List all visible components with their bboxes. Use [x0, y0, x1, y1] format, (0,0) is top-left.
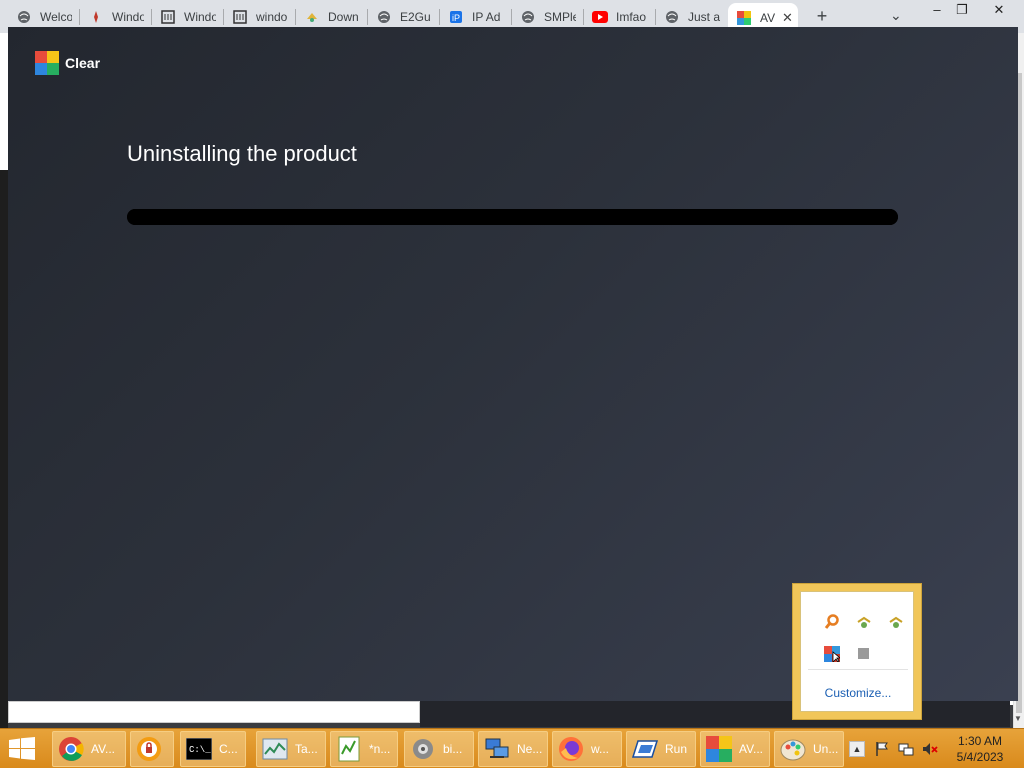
ip-icon: iP: [448, 9, 464, 25]
tab-label: Down: [328, 10, 359, 24]
task-manager-icon: [261, 735, 289, 763]
download-tab-icon: [304, 9, 320, 25]
gear-app-icon: [409, 735, 437, 763]
tab-label: AV: [760, 11, 776, 25]
taskbar-item-chrome[interactable]: AV...: [52, 731, 126, 767]
avg-icon: [705, 735, 733, 763]
volume-muted-icon[interactable]: [922, 741, 938, 757]
globe-icon: [376, 9, 392, 25]
taskbar-item-gear-app[interactable]: bi...: [404, 731, 474, 767]
tray-popup-panel: Customize...: [800, 591, 914, 712]
tab-label: Imfao: [616, 10, 647, 24]
avg-tray-icon[interactable]: [824, 646, 842, 663]
browser-bottom-bar: [8, 701, 420, 723]
taskbar-label: Un...: [813, 742, 839, 756]
background-strip: [0, 170, 8, 730]
restore-button[interactable]: ❐: [947, 2, 977, 22]
network-tray-icon[interactable]: [898, 741, 914, 757]
installer-brand: Clear: [65, 55, 101, 71]
globe-icon: [520, 9, 536, 25]
system-clock[interactable]: 1:30 AM 5/4/2023: [944, 733, 1016, 765]
customize-link[interactable]: Customize...: [801, 686, 915, 700]
taskbar-item-network[interactable]: Ne...: [478, 731, 548, 767]
windows-tab-icon: [88, 9, 104, 25]
start-button[interactable]: [8, 737, 38, 763]
tab-label: SMPle: [544, 10, 576, 24]
taskbar-label: AV...: [739, 742, 764, 756]
youtube-icon: [592, 9, 608, 25]
globe-icon: [16, 9, 32, 25]
taskbar-label: *n...: [369, 742, 391, 756]
close-tab-icon[interactable]: ✕: [782, 10, 793, 26]
lock-app-icon: [135, 735, 163, 763]
tab-label: Welco: [40, 10, 72, 24]
tab-label: IP Ad: [472, 10, 501, 24]
notepad-icon: [335, 735, 363, 763]
firefox-icon: [557, 735, 585, 763]
globe-icon: [664, 9, 680, 25]
progress-fill: [127, 209, 898, 225]
tab-label: E2Gu: [400, 10, 431, 24]
svg-text:iP: iP: [452, 13, 460, 23]
tab-label: Windo: [112, 10, 144, 24]
action-center-flag-icon[interactable]: [874, 741, 890, 757]
taskbar-label: AV...: [91, 742, 116, 756]
taskbar-item-firefox[interactable]: w...: [552, 731, 622, 767]
close-window-button[interactable]: ✕: [984, 2, 1014, 22]
chrome-icon: [57, 735, 85, 763]
tab-label: Windo: [184, 10, 216, 24]
svg-text:C:\_: C:\_: [189, 745, 211, 755]
avg-icon: [736, 10, 752, 26]
network-icon: [483, 735, 511, 763]
tray-overflow-popup: Customize...: [792, 583, 922, 720]
network-wrench-icon[interactable]: [856, 614, 872, 630]
taskbar-item-avg[interactable]: AV...: [700, 731, 770, 767]
network-wrench-icon-2[interactable]: [888, 614, 904, 630]
taskbar-label: w...: [591, 742, 610, 756]
gray-square-icon[interactable]: [856, 646, 872, 662]
search-tray-icon[interactable]: [824, 614, 840, 630]
show-hidden-icons-button[interactable]: ▲: [849, 741, 865, 757]
new-tab-button[interactable]: +: [812, 6, 832, 27]
clock-time: 1:30 AM: [957, 734, 1003, 748]
taskbar-label: bi...: [443, 742, 463, 756]
taskbar-item-task-manager[interactable]: Ta...: [256, 731, 326, 767]
taskbar-label: C...: [219, 742, 238, 756]
taskbar-item-cmd[interactable]: C:\_ C...: [180, 731, 246, 767]
paint-icon: [779, 735, 807, 763]
taskbar-label: Ta...: [295, 742, 318, 756]
taskbar-item-lock-app[interactable]: [130, 731, 174, 767]
clock-date: 5/4/2023: [956, 750, 1004, 764]
scroll-down-icon[interactable]: ▼: [1012, 711, 1024, 727]
uninstall-progress-bar: [127, 209, 898, 225]
tab-label: windo: [256, 10, 288, 24]
tab-search-button[interactable]: ⌄: [890, 7, 902, 24]
divider: [808, 669, 908, 670]
tab-label: Just a: [688, 10, 720, 24]
taskbar: AV... C:\_ C... Ta... *n... bi... Ne... …: [0, 728, 1024, 768]
bank-icon: [232, 9, 248, 25]
bank-icon: [160, 9, 176, 25]
taskbar-label: Ne...: [517, 742, 543, 756]
taskbar-item-run[interactable]: Run: [626, 731, 696, 767]
taskbar-item-notepad[interactable]: *n...: [330, 731, 398, 767]
page-title: Uninstalling the product: [127, 141, 357, 166]
run-icon: [631, 735, 659, 763]
cmd-icon: C:\_: [185, 735, 213, 763]
taskbar-label: Run: [665, 742, 688, 756]
avg-logo-icon: [35, 51, 59, 75]
taskbar-item-paint[interactable]: Un...: [774, 731, 844, 767]
